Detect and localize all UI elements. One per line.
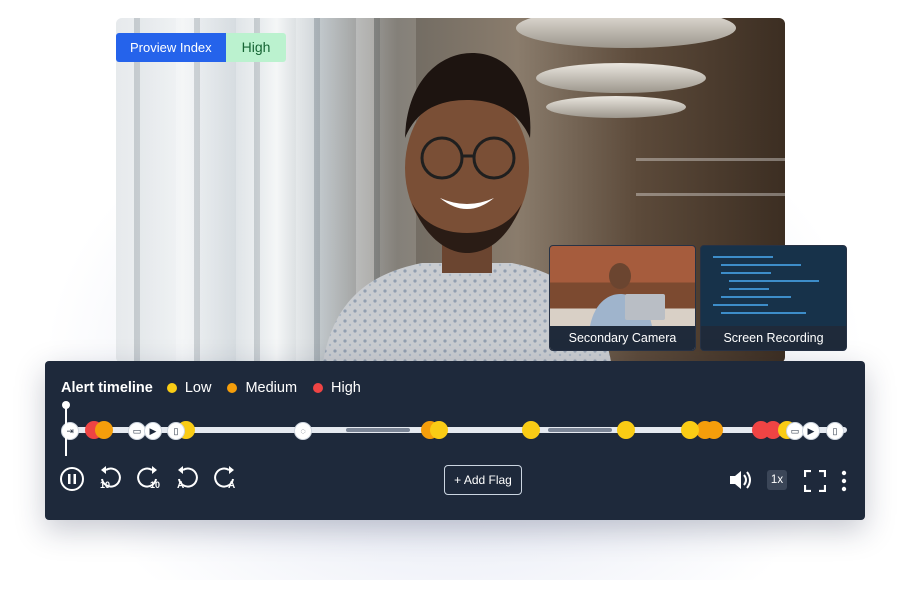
volume-icon[interactable]	[728, 469, 754, 491]
alert-marker-medium[interactable]	[95, 421, 113, 439]
rewind-10-button[interactable]: 10	[98, 466, 124, 494]
proview-index-label: Proview Index	[116, 33, 226, 62]
proview-index-value: High	[225, 33, 287, 62]
timeline-legend: Alert timeline Low Medium High	[61, 380, 377, 396]
camera-feed-icon	[590, 263, 665, 326]
chat-event-icon[interactable]: ◌	[294, 422, 312, 440]
more-options-icon[interactable]	[839, 470, 849, 492]
phone-event-icon[interactable]: ▯	[826, 422, 844, 440]
exit-fullscreen-event-icon[interactable]: ⇥	[61, 422, 79, 440]
next-alert-button[interactable]: A	[213, 466, 239, 494]
medium-dot	[227, 383, 238, 393]
alert-marker-low[interactable]	[522, 421, 540, 439]
pause-icon[interactable]	[59, 466, 85, 492]
video-event-icon[interactable]: ▶	[144, 422, 162, 440]
high-dot	[313, 383, 324, 393]
alert-timeline-panel: Alert timeline Low Medium High ⇥ ▭ ▶ ▯ ◌…	[45, 361, 865, 520]
playhead[interactable]	[62, 401, 70, 456]
forward-seconds: 10	[150, 480, 161, 490]
legend-high: High	[331, 380, 361, 396]
playback-speed-button[interactable]: 1x	[767, 470, 787, 490]
next-alert-label: A	[228, 480, 236, 491]
low-dot	[166, 383, 177, 393]
code-line	[721, 264, 801, 266]
proview-index-badge: Proview Index High	[116, 33, 287, 62]
shelf-line	[636, 158, 785, 161]
add-flag-button[interactable]: + Add Flag	[444, 465, 522, 495]
code-line	[713, 304, 768, 306]
timeline-title: Alert timeline	[61, 380, 153, 396]
code-line	[721, 272, 771, 274]
video-event-icon[interactable]: ▶	[802, 422, 820, 440]
previous-alert-button[interactable]: A	[175, 466, 201, 494]
phone-event-icon[interactable]: ▯	[167, 422, 185, 440]
legend-low: Low	[184, 380, 212, 396]
code-line	[729, 280, 819, 282]
secondary-camera-caption: Secondary Camera	[550, 326, 695, 350]
screen-recording-caption: Screen Recording	[701, 326, 846, 350]
forward-10-button[interactable]: 10	[136, 466, 162, 494]
screen-recording-thumbnail[interactable]: Screen Recording	[700, 245, 847, 351]
code-line	[729, 288, 769, 290]
rewind-seconds: 10	[100, 480, 111, 490]
shelf-line	[636, 193, 785, 196]
code-line	[721, 312, 806, 314]
code-line	[713, 256, 773, 258]
previous-alert-label: A	[177, 480, 185, 491]
legend-medium: Medium	[245, 380, 298, 396]
code-line	[721, 296, 791, 298]
timeline-gap-segment	[548, 428, 612, 432]
fullscreen-icon[interactable]	[804, 470, 826, 492]
alert-marker-low[interactable]	[681, 421, 699, 439]
secondary-camera-thumbnail[interactable]: Secondary Camera	[549, 245, 696, 351]
alert-marker-low[interactable]	[430, 421, 448, 439]
alert-marker-low[interactable]	[617, 421, 635, 439]
timeline-gap-segment	[346, 428, 410, 432]
